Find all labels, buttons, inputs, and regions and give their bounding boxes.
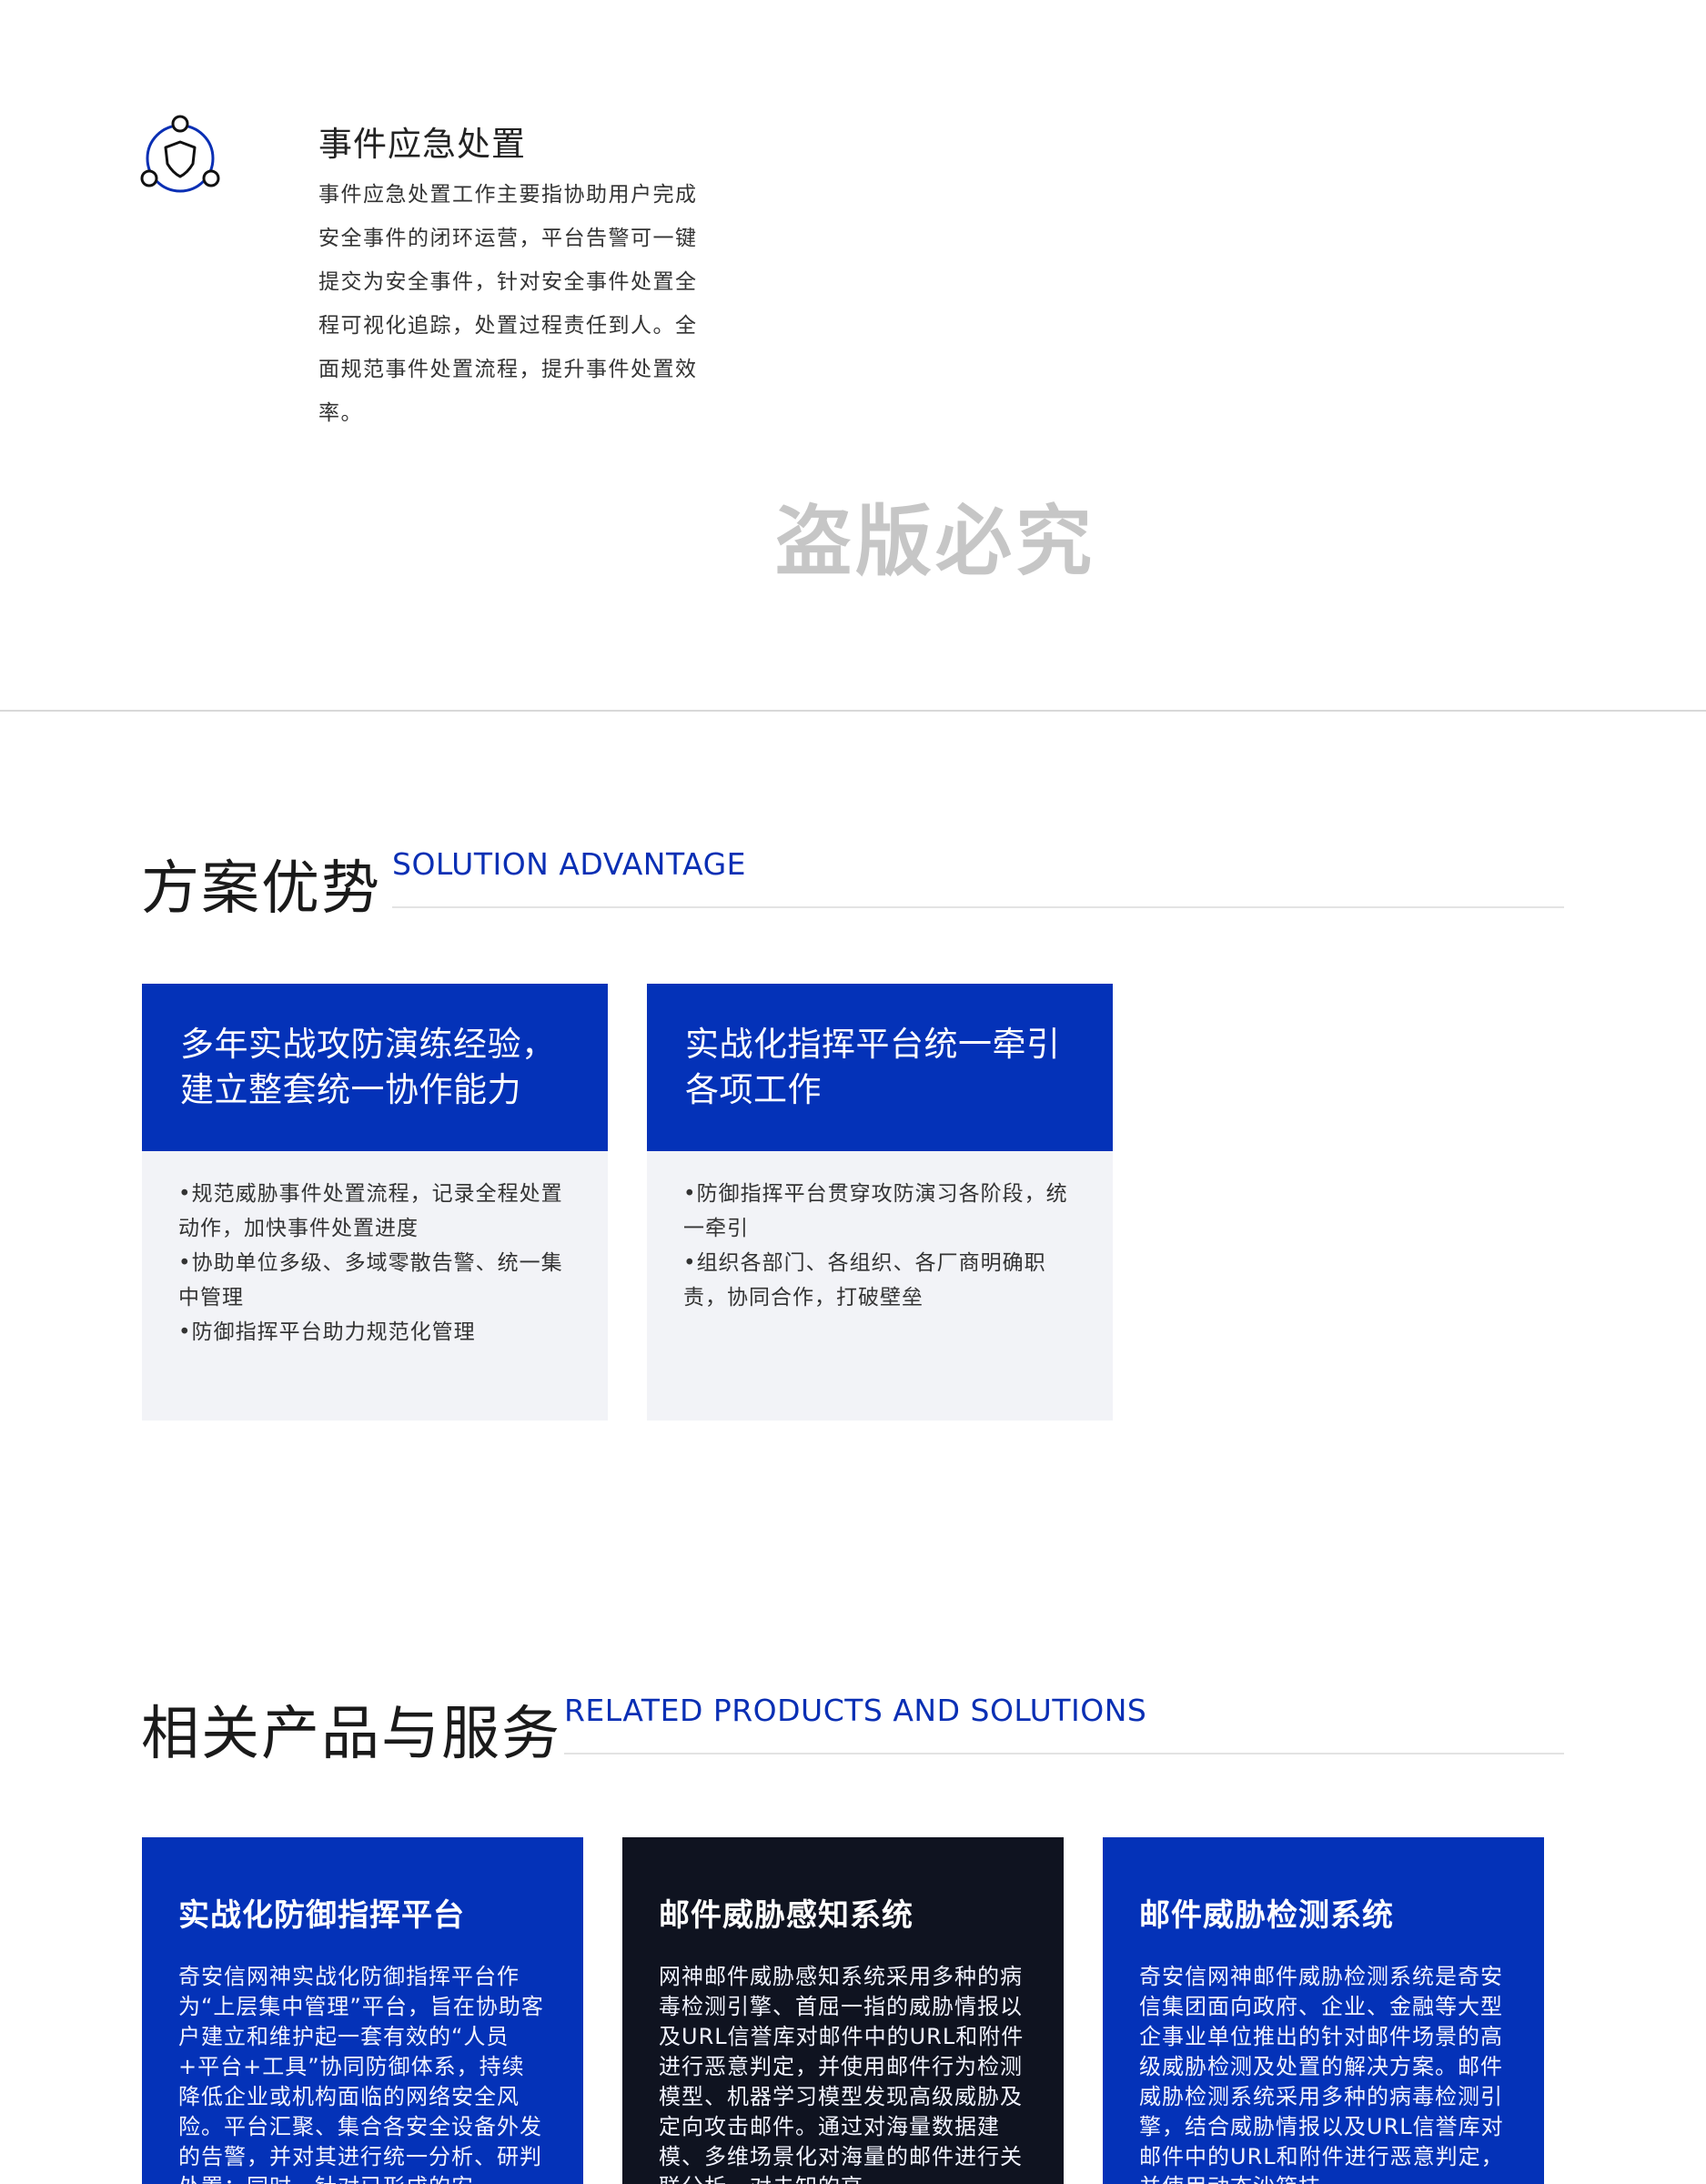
product-description: 奇安信网神邮件威胁检测系统是奇安信集团面向政府、企业、金融等大型企事业单位推出的… [1139,1964,1504,2184]
product-description: 网神邮件威胁感知系统采用多种的病毒检测引擎、首屈一指的威胁情报以及URL信誉库对… [659,1964,1025,2184]
products-title-en: RELATED PRODUCTS AND SOLUTIONS [564,1693,1147,1728]
advantage-card: 多年实战攻防演练经验，建立整套统一协作能力 •规范威胁事件处置流程，记录全程处置… [142,984,608,1421]
advantage-title-rule [392,906,1564,908]
products-title-rule [564,1753,1564,1754]
advantage-card: 实战化指挥平台统一牵引各项工作 •防御指挥平台贯穿攻防演习各阶段，统一牵引 •组… [647,984,1113,1421]
advantage-card-body: •防御指挥平台贯穿攻防演习各阶段，统一牵引 •组织各部门、各组织、各厂商明确职责… [647,1151,1113,1315]
advantage-item: •防御指挥平台助力规范化管理 [178,1320,476,1344]
advantage-card-body: •规范威胁事件处置流程，记录全程处置动作，加快事件处置进度 •协助单位多级、多域… [142,1151,608,1350]
product-title[interactable]: 邮件威胁检测系统 [1139,1890,1508,1935]
product-title[interactable]: 邮件威胁感知系统 [659,1890,1027,1935]
advantage-card-title: 多年实战攻防演练经验，建立整套统一协作能力 [142,984,608,1151]
watermark: 盗版必究 [775,497,1096,586]
advantage-card-title: 实战化指挥平台统一牵引各项工作 [647,984,1113,1151]
advantage-title: 方案优势 [141,855,381,923]
product-card-mail-threat-detection[interactable]: 邮件威胁检测系统 奇安信网神邮件威胁检测系统是奇安信集团面向政府、企业、金融等大… [1103,1837,1544,2184]
advantage-item: •防御指挥平台贯穿攻防演习各阶段，统一牵引 [683,1182,1068,1240]
product-card-mail-threat-awareness[interactable]: 邮件威胁感知系统 网神邮件威胁感知系统采用多种的病毒检测引擎、首屈一指的威胁情报… [622,1837,1064,2184]
product-card-defense-command[interactable]: 实战化防御指挥平台 奇安信网神实战化防御指挥平台作为“上层集中管理”平台，旨在协… [142,1837,583,2184]
product-description: 奇安信网神实战化防御指挥平台作为“上层集中管理”平台，旨在协助客户建立和维护起一… [178,1964,544,2184]
advantage-item: •规范威胁事件处置流程，记录全程处置动作，加快事件处置进度 [178,1182,563,1240]
advantage-title-en: SOLUTION ADVANTAGE [392,846,746,882]
feature-description: 事件应急处置工作主要指协助用户完成安全事件的闭环运营，平台告警可一键提交为安全事… [318,183,698,425]
products-title: 相关产品与服务 [141,1701,561,1768]
feature-title: 事件应急处置 [318,125,526,164]
product-title[interactable]: 实战化防御指挥平台 [178,1890,547,1935]
advantage-item: •协助单位多级、多域零散告警、统一集中管理 [178,1251,563,1309]
section-divider [0,710,1706,712]
advantage-item: •组织各部门、各组织、各厂商明确职责，协同合作，打破壁垒 [683,1251,1046,1309]
shield-network-icon [136,111,224,198]
